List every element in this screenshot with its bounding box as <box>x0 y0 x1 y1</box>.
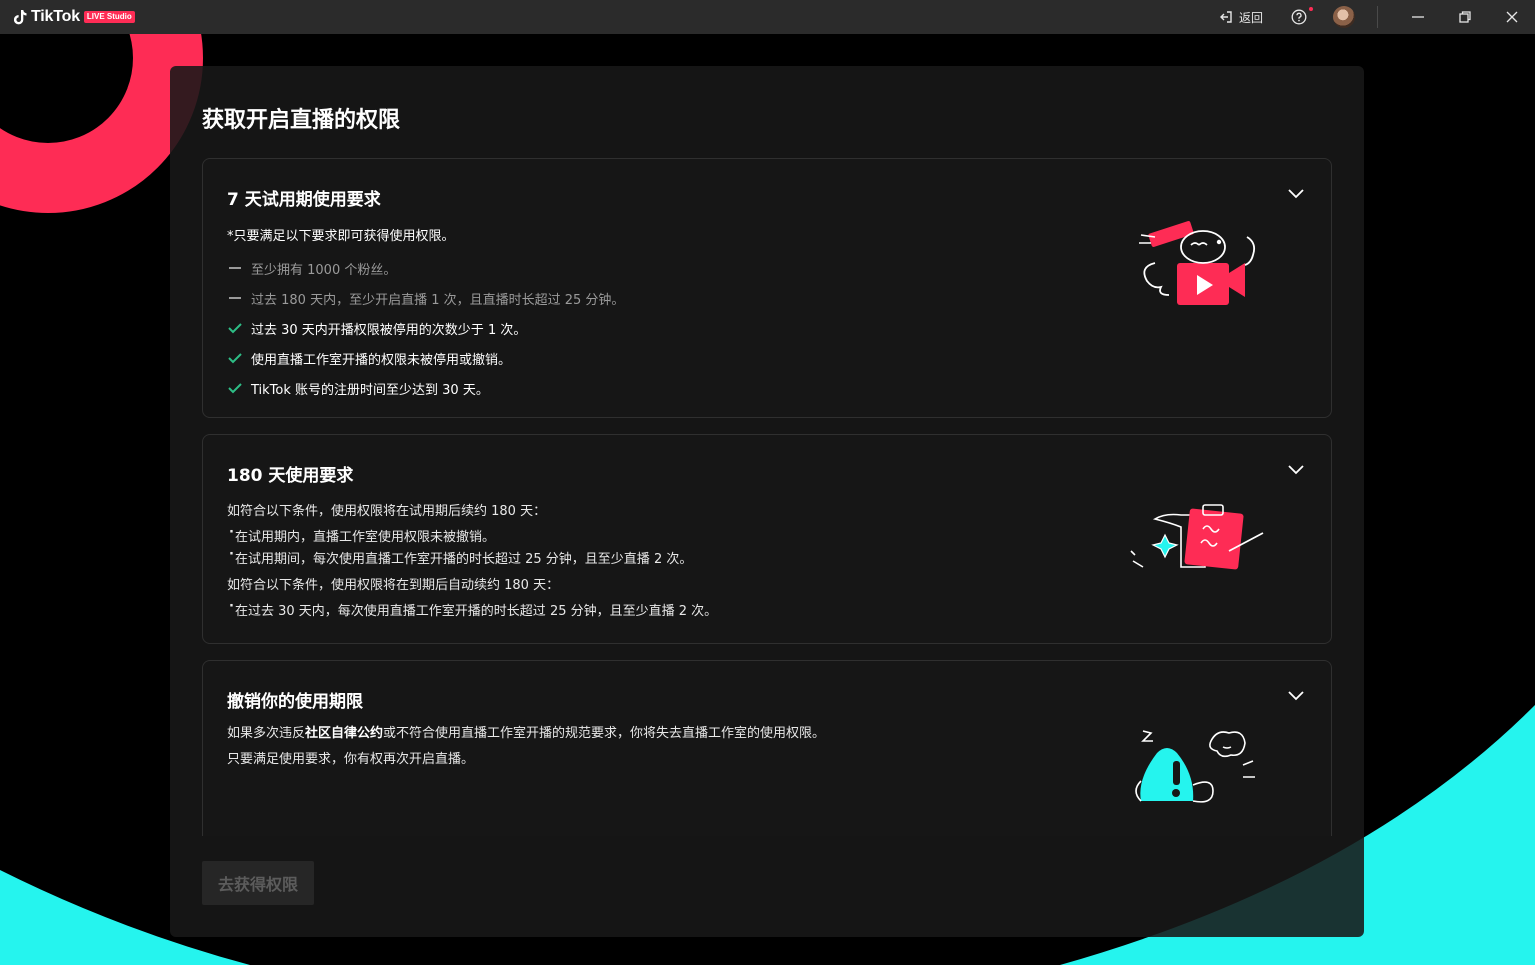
chevron-down-icon[interactable] <box>1287 463 1305 475</box>
help-icon <box>1291 9 1307 25</box>
close-icon <box>1506 11 1517 23</box>
chevron-down-icon[interactable] <box>1287 187 1305 199</box>
list-item: 使用直播工作室开播的权限未被停用或撤销。 <box>227 343 624 373</box>
notification-dot <box>1309 7 1313 11</box>
requirement-text: 过去 30 天内开播权限被停用的次数少于 1 次。 <box>251 322 527 338</box>
requirement-text: TikTok 账号的注册时间至少达到 30 天。 <box>251 382 489 398</box>
list-item: 过去 30 天内开播权限被停用的次数少于 1 次。 <box>227 313 624 343</box>
card-title: 180 天使用要求 <box>227 466 354 486</box>
back-button[interactable]: 返回 <box>1219 9 1263 26</box>
help-button[interactable] <box>1291 7 1313 25</box>
restore-icon <box>1458 11 1471 23</box>
back-icon <box>1219 11 1232 23</box>
brand: TikTok LIVE Studio <box>14 8 135 26</box>
permission-panel: 获取开启直播的权限 7 天试用期使用要求 *只要满足以下要求即可获得使用权限。 … <box>170 66 1364 937</box>
list-item: 在试用期间，每次使用直播工作室开播的时长超过 25 分钟，且至少直播 2 次。 <box>229 547 692 567</box>
list-item: 在过去 30 天内，每次使用直播工作室开播的时长超过 25 分钟，且至少直播 2… <box>229 599 717 619</box>
titlebar-divider <box>1377 6 1378 28</box>
back-label: 返回 <box>1238 10 1263 25</box>
card-title: 撤销你的使用期限 <box>227 692 363 712</box>
brand-name: TikTok <box>31 8 80 25</box>
list-item: 在试用期内，直播工作室使用权限未被撤销。 <box>229 525 495 545</box>
dash-icon <box>227 260 243 276</box>
close-button[interactable] <box>1488 0 1535 34</box>
requirements-intro: *只要满足以下要求即可获得使用权限。 <box>227 229 455 244</box>
get-permission-button[interactable]: 去获得权限 <box>202 861 314 905</box>
chevron-down-icon[interactable] <box>1287 689 1305 701</box>
revoke-card: 撤销你的使用期限 如果多次违反社区自律公约或不符合使用直播工作室开播的规范要求，… <box>202 660 1332 836</box>
card-title: 7 天试用期使用要求 <box>227 190 381 210</box>
list-item: 过去 180 天内，至少开启直播 1 次，且直播时长超过 25 分钟。 <box>227 283 624 313</box>
community-guidelines-link[interactable]: 社区自律公约 <box>305 726 383 741</box>
check-icon <box>227 350 243 366</box>
requirement-text: 使用直播工作室开播的权限未被停用或撤销。 <box>251 352 512 368</box>
list-item: TikTok 账号的注册时间至少达到 30 天。 <box>227 373 624 403</box>
dash-icon <box>227 290 243 306</box>
renewal-condition-text: 如符合以下条件，使用权限将在试用期后续约 180 天： <box>227 504 547 519</box>
restore-eligibility-text: 只要满足使用要求，你有权再次开启直播。 <box>227 752 475 767</box>
title-bar: TikTok LIVE Studio 返回 <box>0 0 1535 34</box>
requirement-text: 至少拥有 1000 个粉丝。 <box>251 262 397 278</box>
warning-illustration <box>1135 730 1255 803</box>
check-icon <box>227 320 243 336</box>
list-item: 至少拥有 1000 个粉丝。 <box>227 253 624 283</box>
minimize-icon <box>1411 16 1424 18</box>
live-studio-badge: LIVE Studio <box>83 11 135 23</box>
revoke-text-end: 或不符合使用直播工作室开播的规范要求，你将失去直播工作室的使用权限。 <box>383 726 826 741</box>
tiktok-logo-icon <box>14 9 27 24</box>
renewal-requirements-card: 180 天使用要求 如符合以下条件，使用权限将在试用期后续约 180 天： 在试… <box>202 434 1332 644</box>
avatar[interactable] <box>1333 6 1355 28</box>
check-icon <box>227 380 243 396</box>
requirements-list: 至少拥有 1000 个粉丝。 过去 180 天内，至少开启直播 1 次，且直播时… <box>227 253 624 403</box>
restore-button[interactable] <box>1441 0 1488 34</box>
revoke-text: 如果多次违反社区自律公约或不符合使用直播工作室开播的规范要求，你将失去直播工作室… <box>227 722 825 741</box>
trial-requirements-card: 7 天试用期使用要求 *只要满足以下要求即可获得使用权限。 至少拥有 1000 … <box>202 158 1332 418</box>
clipboard-illustration <box>1130 504 1264 570</box>
video-camera-illustration <box>1139 221 1256 305</box>
requirement-text: 过去 180 天内，至少开启直播 1 次，且直播时长超过 25 分钟。 <box>251 292 625 308</box>
revoke-text-start: 如果多次违反 <box>227 726 306 741</box>
page-title: 获取开启直播的权限 <box>202 108 401 133</box>
minimize-button[interactable] <box>1394 0 1441 34</box>
auto-renewal-condition-text: 如符合以下条件，使用权限将在到期后自动续约 180 天： <box>227 578 560 593</box>
